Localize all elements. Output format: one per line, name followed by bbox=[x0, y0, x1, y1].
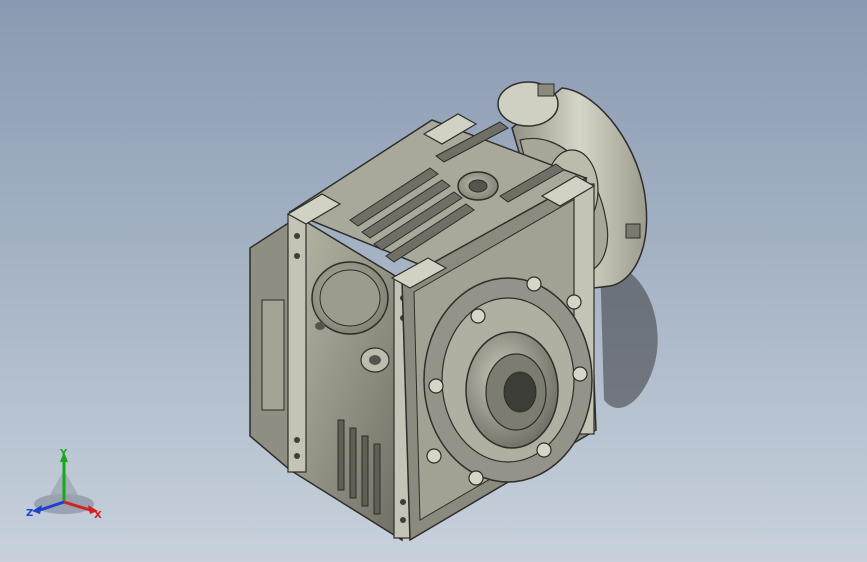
housing-left-face bbox=[289, 210, 403, 542]
gearbox-3d-model[interactable] bbox=[0, 0, 867, 562]
x-axis-label: X bbox=[94, 510, 102, 521]
graphics-viewport[interactable]: Y X Z bbox=[0, 0, 867, 562]
output-shaft-bore bbox=[503, 371, 537, 413]
y-axis-label: Y bbox=[59, 448, 68, 459]
coordinate-triad: Y X Z bbox=[26, 448, 102, 521]
z-axis-label: Z bbox=[26, 508, 33, 519]
